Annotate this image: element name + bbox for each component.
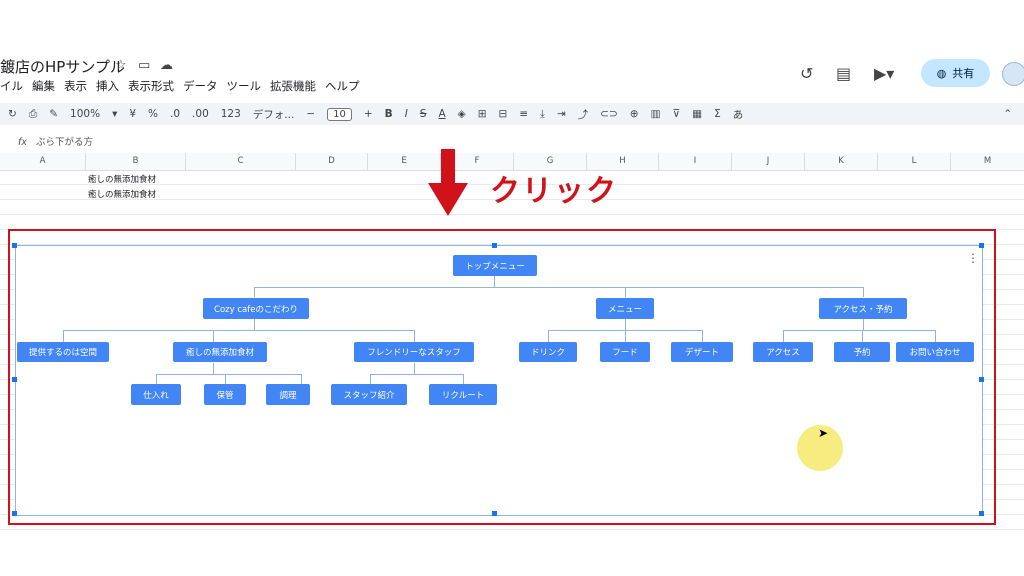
column-header-d[interactable]: D <box>296 153 368 170</box>
paint-format-icon[interactable]: ✎ <box>49 108 58 120</box>
insert-chart-icon[interactable]: ▥ <box>651 108 661 120</box>
link-icon[interactable]: ⊂⊃ <box>600 108 618 120</box>
redo-icon[interactable]: ↻ <box>8 108 17 120</box>
mouse-pointer-icon: ➤ <box>818 426 829 440</box>
chevron-down-icon[interactable]: ▾ <box>112 108 117 120</box>
comment-icon[interactable]: ▤ <box>836 64 851 83</box>
font-select[interactable]: デフォ... <box>253 107 295 122</box>
column-header-m[interactable]: M <box>951 153 1024 170</box>
vertical-align-icon[interactable]: ⤓ <box>540 108 545 121</box>
column-header-e[interactable]: E <box>368 153 441 170</box>
column-header-k[interactable]: K <box>805 153 878 170</box>
move-folder-icon[interactable]: ▭ <box>138 58 150 73</box>
cell-b1[interactable]: 癒しの無添加食材 <box>88 173 156 185</box>
cell-b2[interactable]: 癒しの無添加食材 <box>88 188 156 200</box>
increase-decimal-button[interactable]: .00 <box>192 108 209 120</box>
decrease-decimal-button[interactable]: .0 <box>170 108 180 120</box>
menu-help[interactable]: ヘルプ <box>325 78 360 94</box>
cloud-status-icon[interactable]: ☁ <box>160 58 173 73</box>
globe-icon: ◍ <box>936 66 947 80</box>
menu-insert[interactable]: 挿入 <box>96 78 119 94</box>
fx-label: fx <box>18 137 27 148</box>
italic-button[interactable]: I <box>405 108 408 120</box>
menu-extensions[interactable]: 拡張機能 <box>270 78 316 94</box>
merge-cells-icon[interactable]: ⊟ <box>499 108 508 120</box>
share-button[interactable]: ◍ 共有 <box>921 59 990 87</box>
down-arrow-head <box>428 183 468 216</box>
filter-views-icon[interactable]: ▦ <box>692 108 702 120</box>
fill-color-icon[interactable]: ◈ <box>458 108 466 120</box>
menu-edit[interactable]: 編集 <box>32 78 55 94</box>
input-tools-button[interactable]: あ <box>733 107 744 122</box>
strikethrough-button[interactable]: S <box>420 108 427 120</box>
font-size-decrease-button[interactable]: − <box>306 108 315 120</box>
toolbar: ↻ ⎙ ✎ 100% ▾ ¥ % .0 .00 123 デフォ... − 10 … <box>0 103 1024 125</box>
functions-button[interactable]: Σ <box>714 108 721 120</box>
star-icon[interactable]: ☆ <box>115 58 127 73</box>
number-format-button[interactable]: 123 <box>221 108 241 120</box>
menu-format[interactable]: 表示形式 <box>128 78 174 94</box>
meet-icon[interactable]: ▶▾ <box>874 64 894 83</box>
column-header-c[interactable]: C <box>186 153 296 170</box>
click-annotation: クリック <box>490 174 618 209</box>
column-header-b[interactable]: B <box>86 153 186 170</box>
font-size-input[interactable]: 10 <box>327 107 352 121</box>
menu-file[interactable]: イル <box>0 78 23 94</box>
percent-button[interactable]: % <box>148 108 158 120</box>
borders-icon[interactable]: ⊞ <box>478 108 487 120</box>
filter-icon[interactable]: ⊽ <box>672 108 680 120</box>
insert-comment-icon[interactable]: ⊕ <box>630 108 639 120</box>
highlight-frame <box>8 229 996 525</box>
column-header-a[interactable]: A <box>0 153 86 170</box>
column-header-j[interactable]: J <box>732 153 805 170</box>
share-label: 共有 <box>952 67 975 80</box>
avatar[interactable] <box>1002 62 1024 86</box>
text-wrap-icon[interactable]: ⇥ <box>557 108 566 120</box>
zoom-select[interactable]: 100% <box>70 108 100 120</box>
font-size-increase-button[interactable]: + <box>364 108 373 120</box>
align-left-icon[interactable]: ≡ <box>519 108 528 120</box>
formula-bar[interactable]: fx ぶら下がる方 <box>0 134 93 148</box>
text-rotate-icon[interactable]: ⤴ <box>578 107 589 122</box>
menu-bar: イル 編集 表示 挿入 表示形式 データ ツール 拡張機能 ヘルプ <box>0 78 360 94</box>
column-header-l[interactable]: L <box>878 153 951 170</box>
bold-button[interactable]: B <box>385 108 393 120</box>
column-header-i[interactable]: I <box>659 153 732 170</box>
menu-tools[interactable]: ツール <box>227 78 262 94</box>
formula-value: ぶら下がる方 <box>36 137 94 148</box>
menu-view[interactable]: 表示 <box>64 78 87 94</box>
down-arrow-icon <box>441 149 455 185</box>
document-title[interactable]: 鍍店のHPサンプル <box>0 56 125 77</box>
print-icon[interactable]: ⎙ <box>29 108 37 121</box>
menu-data[interactable]: データ <box>183 78 218 94</box>
collapse-toolbar-icon[interactable]: ⌃ <box>1003 108 1012 120</box>
history-icon[interactable]: ↺ <box>800 64 813 83</box>
text-color-button[interactable]: A <box>438 108 445 120</box>
currency-button[interactable]: ¥ <box>129 108 136 120</box>
